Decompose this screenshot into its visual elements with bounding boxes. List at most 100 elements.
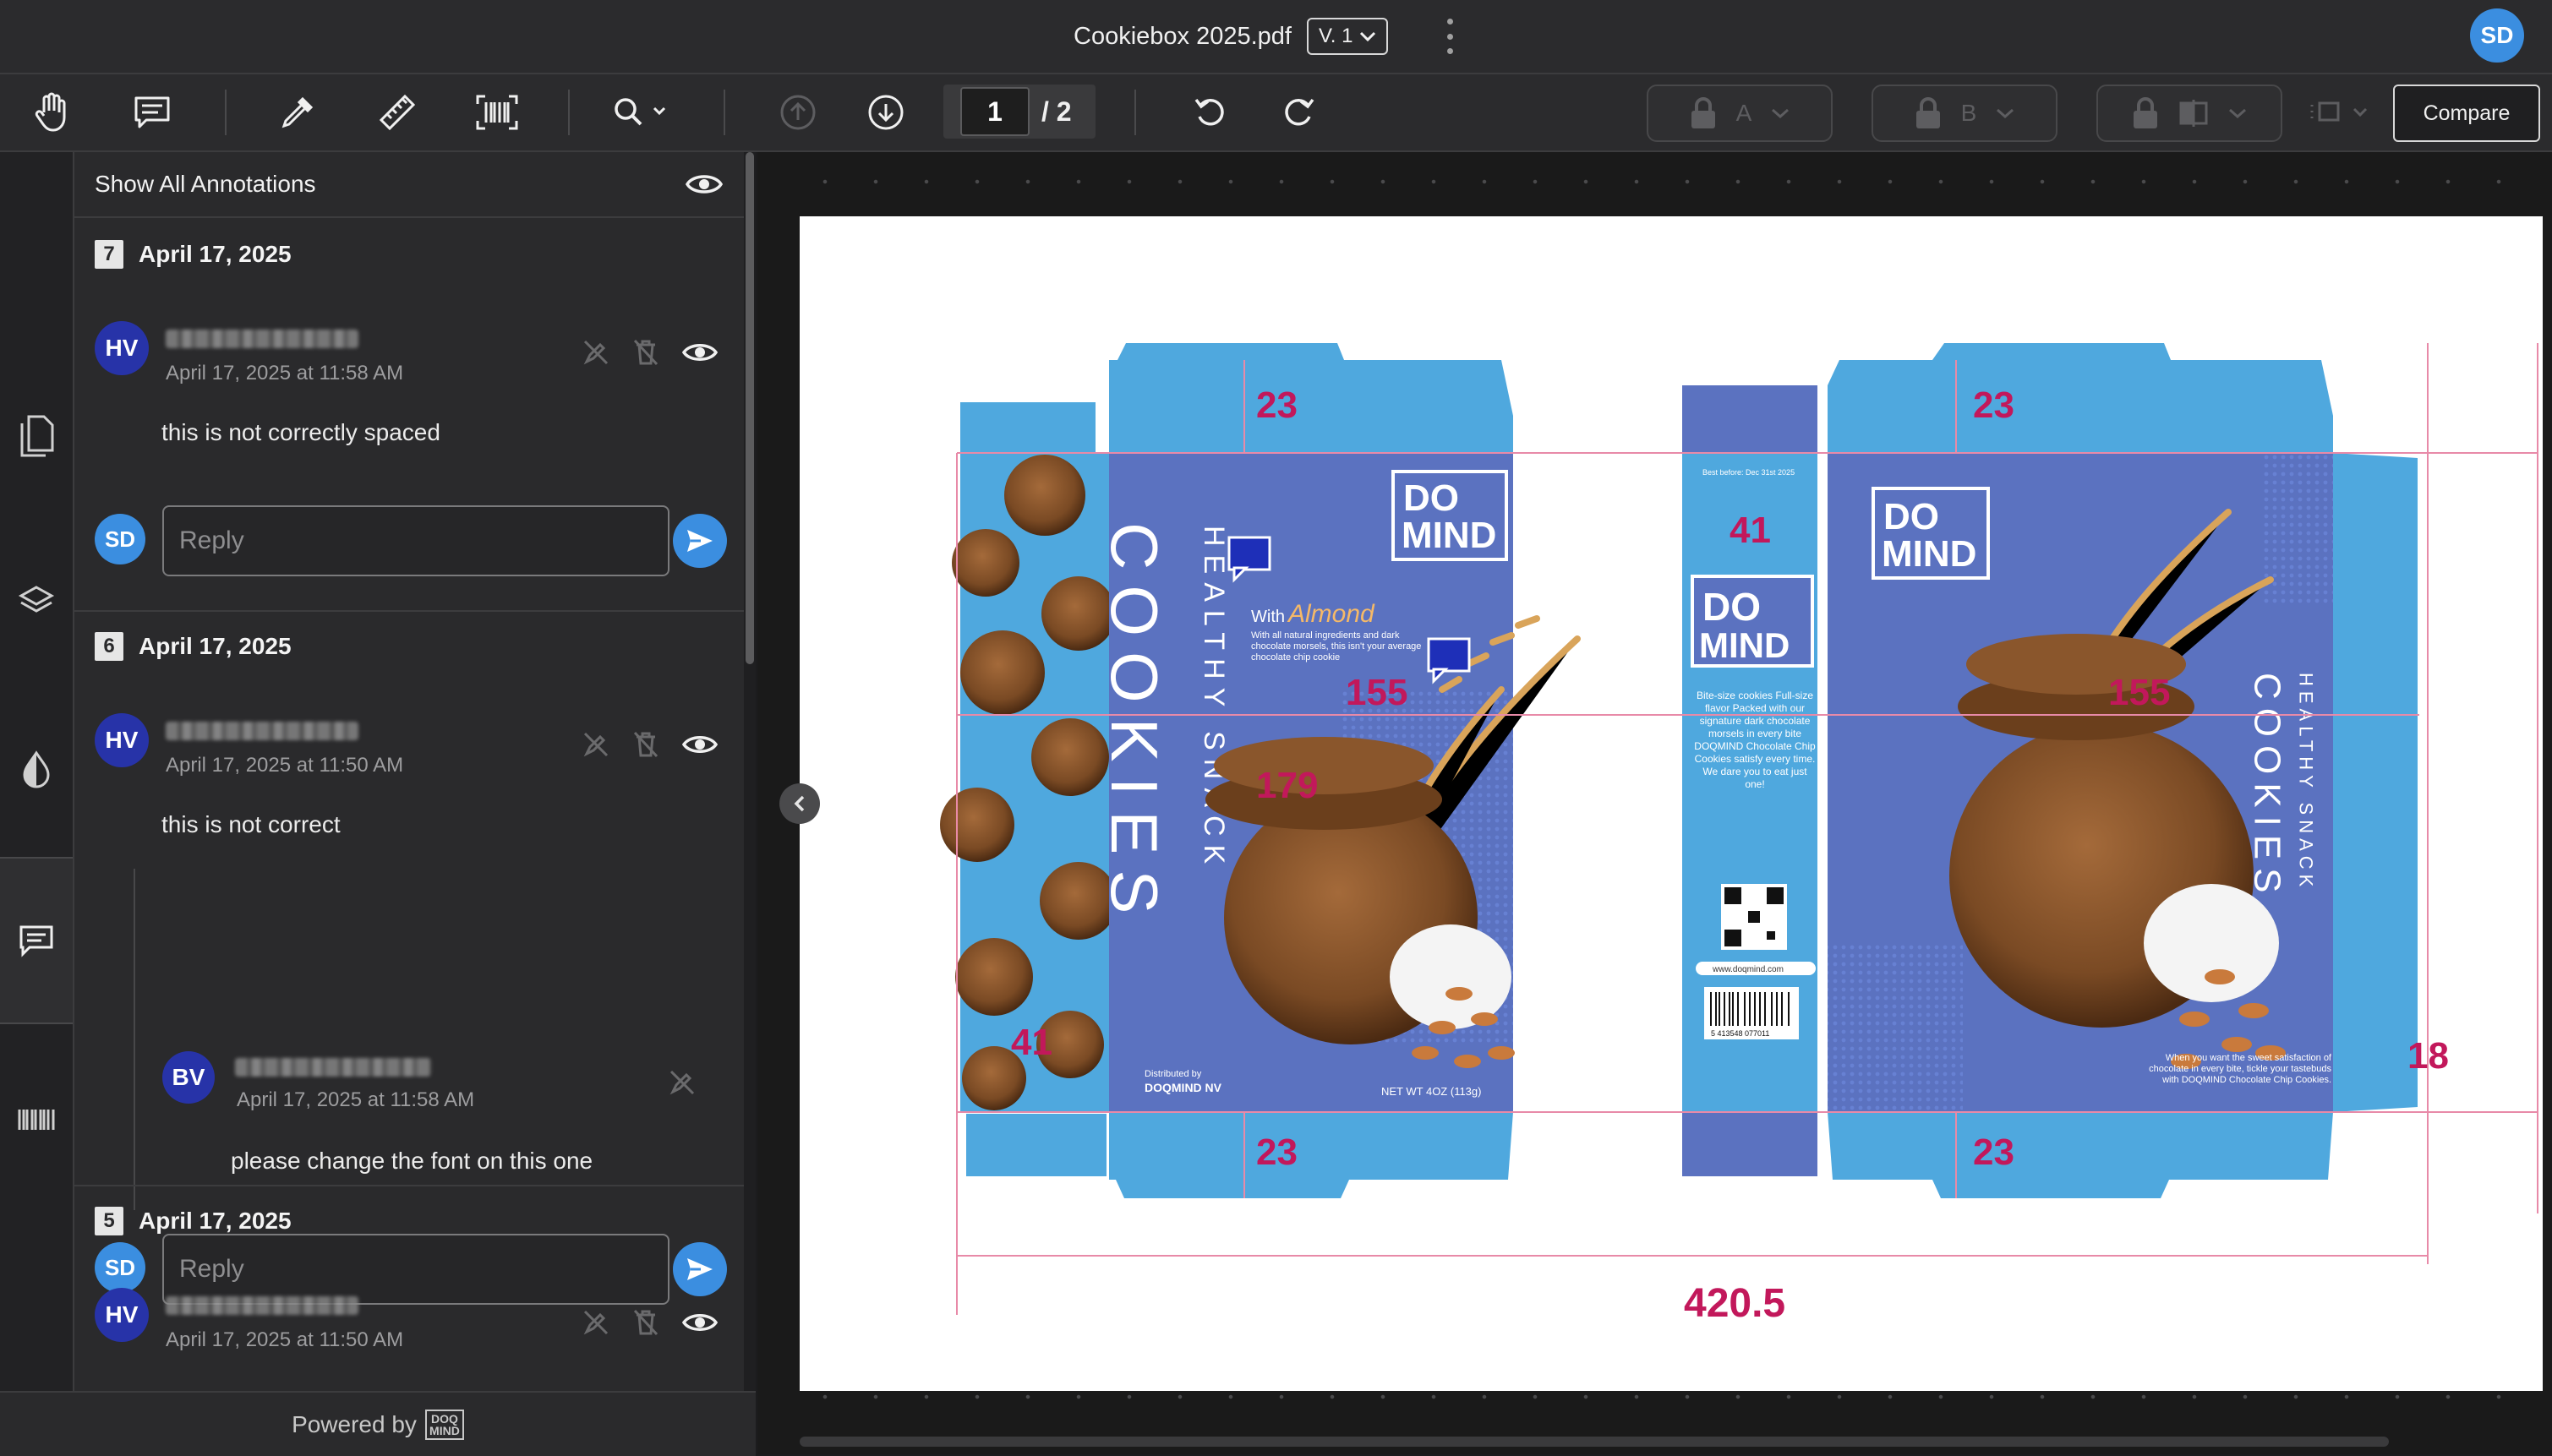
dim-top-flap-left: 23 [1256, 384, 1298, 426]
comment-tool-button[interactable] [125, 86, 179, 139]
annotation-actions [582, 338, 719, 367]
page-edge [800, 179, 2543, 184]
rail-color-button[interactable] [0, 723, 73, 816]
annotation-group-header: 7 April 17, 2025 [95, 240, 292, 269]
reply-avatar: SD [95, 1242, 145, 1293]
compare-button[interactable]: Compare [2393, 85, 2540, 142]
edit-disabled-icon[interactable] [582, 338, 610, 367]
packaging-dieline: DO MIND COOKIES HEALTHY SNACK With Almon… [940, 343, 2538, 1326]
lock-version-b[interactable]: B [1872, 85, 2057, 142]
horizontal-scrollbar[interactable] [800, 1437, 2389, 1447]
rotate-right-icon [1285, 98, 1314, 126]
zoom-button[interactable] [604, 86, 680, 139]
thread-line [134, 869, 135, 1210]
back-product-sub: HEALTHY SNACK [2296, 673, 2317, 892]
edit-disabled-icon[interactable] [668, 1068, 697, 1097]
distributor: DOQMIND NV [1145, 1081, 1222, 1094]
annotation-date: April 17, 2025 [139, 633, 292, 659]
lock-icon [1691, 97, 1715, 128]
delete-disabled-icon[interactable] [632, 730, 659, 759]
eyedropper-icon [281, 96, 314, 128]
view-mode-select[interactable] [2309, 98, 2377, 125]
send-reply-button[interactable] [673, 1242, 727, 1296]
eyedropper-tool-button[interactable] [271, 86, 325, 139]
rotate-right-button[interactable] [1271, 86, 1325, 139]
chevron-down-icon [2353, 107, 2368, 117]
version-select[interactable]: V. 1 [1306, 18, 1389, 55]
eye-icon[interactable] [681, 1310, 719, 1335]
eye-icon[interactable] [681, 340, 719, 365]
panel-scrollbar-thumb[interactable] [746, 152, 754, 664]
lock-b-label: B [1960, 100, 1977, 126]
edit-disabled-icon[interactable] [582, 1308, 610, 1337]
toolbar-separator [568, 90, 570, 135]
annotation-group-header: 6 April 17, 2025 [95, 632, 292, 661]
toolbar-separator [1134, 90, 1136, 135]
annotation-number: 6 [95, 632, 123, 661]
hand-icon [35, 92, 66, 132]
collapse-panel-button[interactable] [779, 783, 820, 824]
more-options-icon[interactable] [1444, 19, 1456, 54]
front-panel: DO MIND COOKIES HEALTHY SNACK With Almon… [1097, 343, 1581, 1198]
rail-barcode-button[interactable] [0, 1073, 73, 1166]
measure-tool-button[interactable] [370, 86, 424, 139]
reply-author-avatar: BV [162, 1051, 215, 1104]
show-all-annotations-label: Show All Annotations [95, 171, 316, 197]
panel-header: Show All Annotations [74, 152, 744, 218]
reply-input[interactable] [162, 505, 669, 576]
back-product-name: COOKIES [2247, 673, 2288, 902]
chevron-left-icon [794, 795, 805, 812]
dim-bottom-flap-right: 23 [1973, 1132, 2014, 1173]
dim-front-width: 155 [1346, 672, 1407, 713]
hand-tool-button[interactable] [25, 86, 79, 139]
page-edge [800, 1394, 2543, 1399]
side-panel: Best before: Dec 31st 2025 DO MIND Bite-… [1682, 385, 1817, 1176]
dim-glue-right: 18 [2407, 1035, 2449, 1077]
back-panel: DO MIND COOKIES HEALTHY SNACK When you w… [1828, 343, 2333, 1198]
color-drop-icon [23, 750, 50, 788]
ruler-icon [379, 94, 416, 131]
title-center: Cookiebox 2025.pdf V. 1 [1074, 17, 1389, 56]
eye-icon[interactable] [685, 171, 724, 198]
upload-button[interactable] [771, 86, 825, 139]
chevron-down-icon [2229, 108, 2246, 119]
group-divider [74, 610, 744, 612]
dim-side-top: 41 [1730, 510, 1771, 551]
page-navigator: / 2 [943, 85, 1096, 139]
lock-version-a[interactable]: A [1647, 85, 1833, 142]
annotation-timestamp: April 17, 2025 at 11:50 AM [166, 754, 404, 777]
side-brand-2: MIND [1699, 625, 1790, 665]
lock-compare-mode[interactable] [2096, 85, 2282, 142]
comment-icon [134, 96, 170, 128]
rail-annotations-button[interactable] [0, 857, 73, 1024]
annotation-number: 5 [95, 1207, 123, 1235]
front-brand-2: MIND [1402, 515, 1496, 556]
delete-disabled-icon[interactable] [632, 338, 659, 367]
edit-disabled-icon[interactable] [582, 730, 610, 759]
file-name: Cookiebox 2025.pdf [1074, 22, 1292, 50]
layout-icon [2310, 101, 2340, 122]
dim-side-left: 41 [1011, 1022, 1052, 1063]
user-avatar[interactable]: SD [2470, 8, 2524, 63]
side-brand-1: DO [1702, 585, 1761, 629]
reply-input[interactable] [162, 1234, 669, 1305]
author-name-redacted [166, 330, 358, 348]
back-brand-1: DO [1883, 496, 1939, 537]
avatar: HV [95, 321, 149, 375]
rotate-left-button[interactable] [1183, 86, 1238, 139]
download-button[interactable] [859, 86, 913, 139]
side-copy: Bite-size cookies Full-size flavor Packe… [1694, 690, 1816, 790]
page-number-input[interactable] [960, 87, 1030, 136]
back-brand-2: MIND [1882, 533, 1976, 575]
rail-layers-button[interactable] [0, 554, 73, 647]
send-reply-button[interactable] [673, 514, 727, 568]
document-page[interactable]: DO MIND COOKIES HEALTHY SNACK With Almon… [800, 216, 2543, 1391]
powered-by-label: Powered by [292, 1410, 417, 1437]
left-rail [0, 152, 74, 1391]
front-tagline: With all natural ingredients and dark ch… [1251, 630, 1422, 663]
barcode-tool-button[interactable] [470, 86, 524, 139]
send-icon [687, 530, 713, 552]
delete-disabled-icon[interactable] [632, 1308, 659, 1337]
rail-pages-button[interactable] [0, 389, 73, 482]
eye-icon[interactable] [681, 732, 719, 757]
